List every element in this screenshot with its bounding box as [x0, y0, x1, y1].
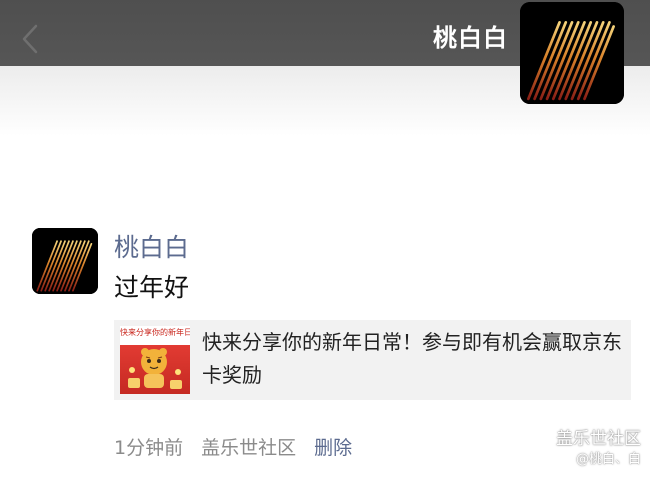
post-meta: 1分钟前 盖乐世社区 删除	[114, 430, 352, 462]
post-author-avatar[interactable]	[32, 228, 98, 294]
watermark-user: @桃白、白	[575, 452, 641, 467]
watermark: 盖乐世社区 @桃白、白	[556, 428, 641, 470]
thumbnail-caption: 快来分享你的新年日常	[120, 328, 190, 337]
share-card-title: 快来分享你的新年日常！参与即有机会赢取京东卡奖励	[202, 330, 622, 387]
post-text: 过年好	[114, 273, 190, 302]
profile-avatar[interactable]	[520, 2, 624, 104]
watermark-site: 盖乐世社区	[556, 429, 641, 449]
chevron-left-icon[interactable]	[20, 24, 40, 54]
post-time: 1分钟前	[114, 436, 184, 459]
share-card-thumbnail: 快来分享你的新年日常	[120, 326, 190, 394]
post-author-name[interactable]: 桃白白	[114, 230, 189, 266]
tiger-mascot-illustration	[128, 348, 182, 389]
gold-stripes-logo-icon	[520, 2, 624, 104]
delete-button[interactable]: 删除	[314, 433, 352, 460]
page-title: 桃白白	[433, 24, 508, 52]
gold-stripes-logo-icon	[32, 228, 98, 294]
share-card[interactable]: 快来分享你的新年日常 快来分享你的新年日常！参与即有机会赢取京东卡奖励	[114, 320, 631, 400]
post-source[interactable]: 盖乐世社区	[201, 433, 296, 460]
